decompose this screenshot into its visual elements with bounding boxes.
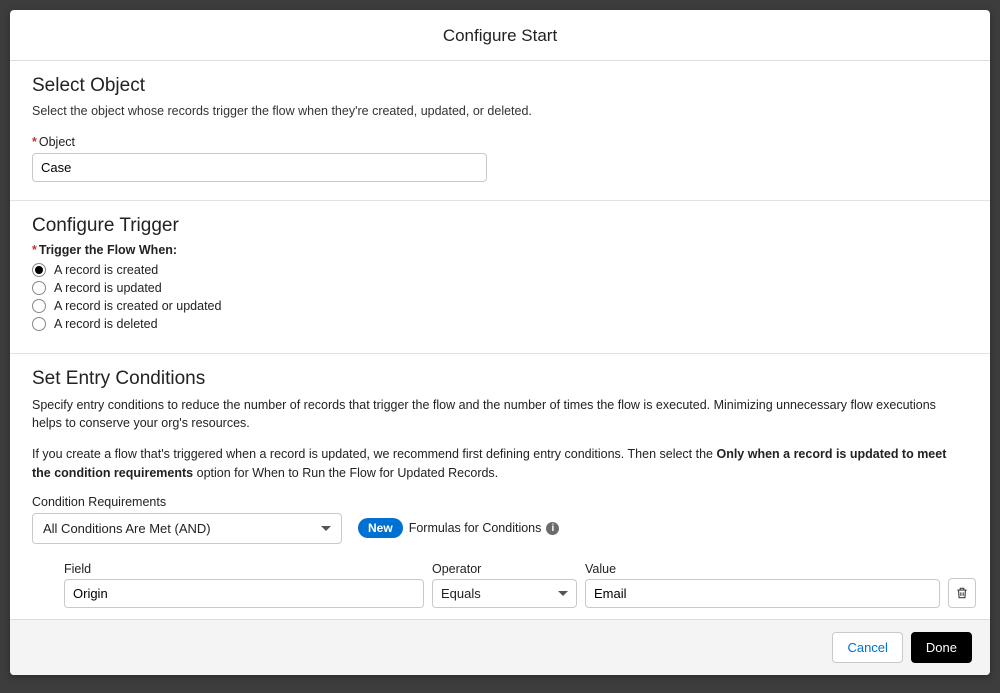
section-select-object: Select Object Select the object whose re… <box>10 61 990 201</box>
required-asterisk: * <box>32 135 37 149</box>
select-object-desc: Select the object whose records trigger … <box>32 103 968 121</box>
trigger-option-deleted[interactable]: A record is deleted <box>32 317 968 331</box>
radio-label: A record is deleted <box>54 317 158 331</box>
delete-condition-button[interactable] <box>948 578 976 608</box>
radio-icon[interactable] <box>32 281 46 295</box>
condition-value-input[interactable] <box>585 579 940 608</box>
conditions-list: Field Operator Equals Value <box>32 562 968 620</box>
entry-conditions-desc: Specify entry conditions to reduce the n… <box>32 396 968 434</box>
condition-row: Field Operator Equals Value <box>64 562 968 608</box>
radio-label: A record is updated <box>54 281 162 295</box>
entry-conditions-recommend: If you create a flow that's triggered wh… <box>32 445 968 483</box>
radio-icon[interactable] <box>32 263 46 277</box>
condition-requirements-value: All Conditions Are Met (AND) <box>43 521 211 536</box>
radio-label: A record is created or updated <box>54 299 221 313</box>
object-input[interactable] <box>32 153 487 182</box>
trigger-group-label: *Trigger the Flow When: <box>32 243 968 257</box>
object-field-label: *Object <box>32 135 968 149</box>
cancel-button[interactable]: Cancel <box>832 632 902 663</box>
new-badge: New <box>358 518 403 538</box>
value-column-label: Value <box>585 562 940 576</box>
section-entry-conditions: Set Entry Conditions Specify entry condi… <box>10 354 990 620</box>
trigger-option-created[interactable]: A record is created <box>32 263 968 277</box>
field-column-label: Field <box>64 562 424 576</box>
modal-body: Select Object Select the object whose re… <box>10 61 990 619</box>
modal-footer: Cancel Done <box>10 619 990 675</box>
condition-field-input[interactable] <box>64 579 424 608</box>
radio-icon[interactable] <box>32 317 46 331</box>
info-icon[interactable]: i <box>546 522 559 535</box>
chevron-down-icon <box>558 591 568 596</box>
formulas-for-conditions-link[interactable]: Formulas for Conditions i <box>409 521 560 535</box>
entry-conditions-title: Set Entry Conditions <box>32 368 968 390</box>
modal-title: Configure Start <box>10 10 990 61</box>
trash-icon <box>955 586 969 600</box>
configure-trigger-title: Configure Trigger <box>32 215 968 237</box>
object-label-text: Object <box>39 135 75 149</box>
operator-column-label: Operator <box>432 562 577 576</box>
select-object-title: Select Object <box>32 75 968 97</box>
done-button[interactable]: Done <box>911 632 972 663</box>
trigger-option-created-or-updated[interactable]: A record is created or updated <box>32 299 968 313</box>
chevron-down-icon <box>321 526 331 531</box>
radio-icon[interactable] <box>32 299 46 313</box>
condition-operator-select[interactable]: Equals <box>432 579 577 608</box>
required-asterisk: * <box>32 243 37 257</box>
condition-requirements-select[interactable]: All Conditions Are Met (AND) <box>32 513 342 544</box>
configure-start-modal: Configure Start Select Object Select the… <box>10 10 990 675</box>
trigger-option-updated[interactable]: A record is updated <box>32 281 968 295</box>
radio-label: A record is created <box>54 263 158 277</box>
section-configure-trigger: Configure Trigger *Trigger the Flow When… <box>10 201 990 354</box>
condition-requirements-label: Condition Requirements <box>32 495 968 509</box>
